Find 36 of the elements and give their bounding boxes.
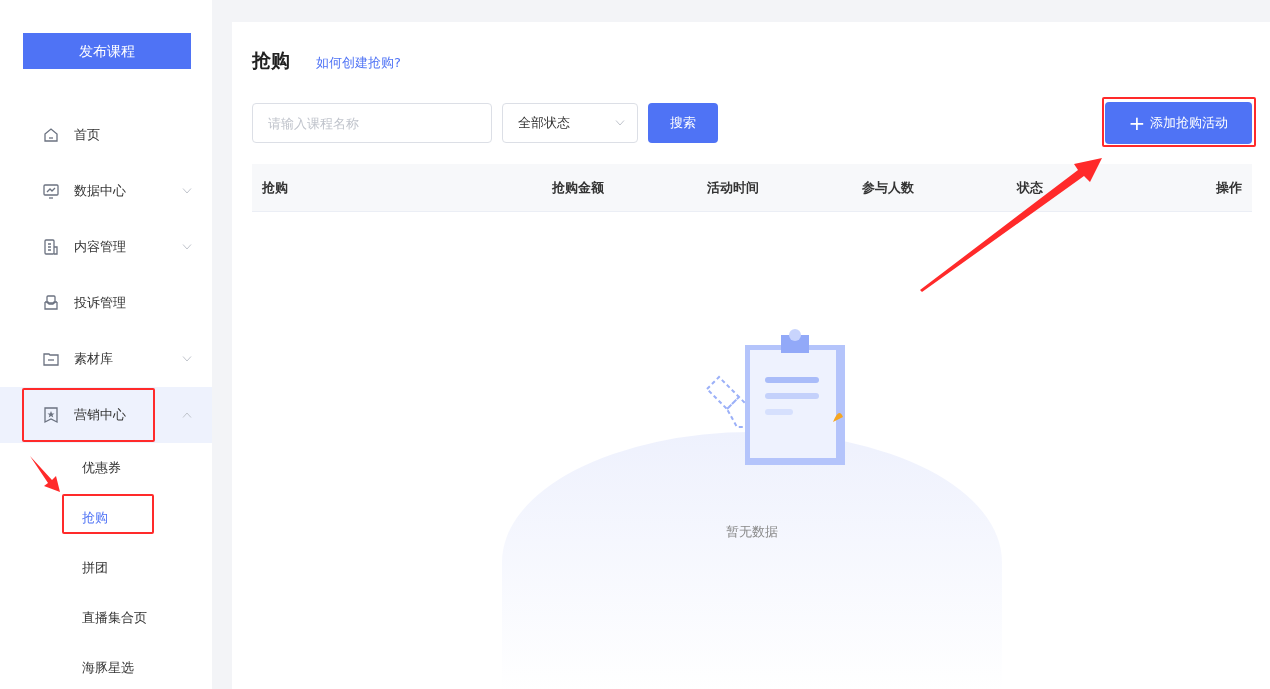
star-bookmark-icon [42, 406, 60, 424]
column-header: 状态 [1017, 178, 1044, 197]
sidebar-subitem[interactable]: 直播集合页 [0, 593, 212, 643]
document-icon [42, 238, 60, 256]
folder-icon [42, 350, 60, 368]
column-header: 抢购 [262, 178, 289, 197]
column-header: 参与人数 [862, 178, 915, 197]
sidebar-item[interactable]: 数据中心 [0, 163, 212, 219]
sidebar-subitem[interactable]: 海豚星选 [0, 643, 212, 689]
sidebar-item[interactable]: 素材库 [0, 331, 212, 387]
sidebar-subitem[interactable]: 抢购 [0, 493, 212, 543]
status-select[interactable]: 全部状态 [502, 103, 638, 143]
page-title: 抢购 [252, 48, 290, 73]
sidebar-item[interactable]: 首页 [0, 107, 212, 163]
column-header: 操作 [1216, 178, 1242, 197]
column-header: 活动时间 [707, 178, 760, 197]
sidebar-subitem[interactable]: 优惠券 [0, 443, 212, 493]
chevron-icon [182, 244, 192, 250]
monitor-chart-icon [42, 182, 60, 200]
chevron-icon [182, 188, 192, 194]
publish-course-button[interactable]: 发布课程 [23, 33, 191, 69]
help-link[interactable]: 如何创建抢购? [316, 53, 401, 73]
chevron-icon [615, 120, 625, 126]
empty-state-text: 暂无数据 [726, 523, 778, 541]
column-header: 抢购金额 [552, 178, 605, 197]
search-button[interactable]: 搜索 [648, 103, 718, 143]
sidebar-item[interactable]: 内容管理 [0, 219, 212, 275]
chevron-icon [182, 356, 192, 362]
home-icon [42, 126, 60, 144]
inbox-icon [42, 294, 60, 312]
sidebar-subitem[interactable]: 拼团 [0, 543, 212, 593]
sidebar-item[interactable]: 投诉管理 [0, 275, 212, 331]
chevron-icon [182, 412, 192, 418]
sidebar-item[interactable]: 营销中心 [0, 387, 212, 443]
course-name-input[interactable]: 请输入课程名称 [252, 103, 492, 143]
add-activity-button[interactable]: + 添加抢购活动 [1105, 102, 1252, 144]
